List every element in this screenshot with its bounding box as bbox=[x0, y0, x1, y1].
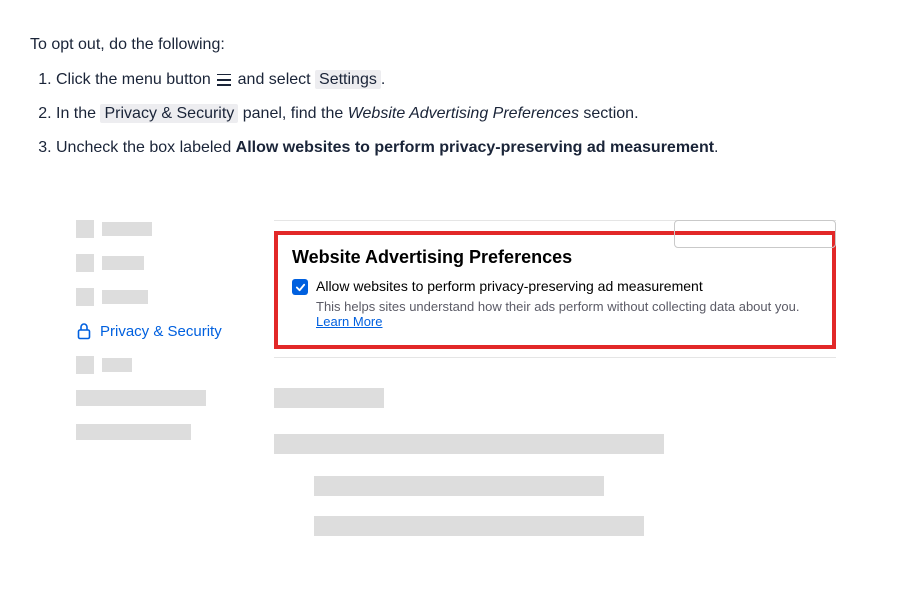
step-3-text-a: Uncheck the box labeled bbox=[56, 139, 236, 156]
lock-icon bbox=[76, 322, 92, 340]
sidebar-active-label: Privacy & Security bbox=[100, 323, 222, 340]
help-text-content: This helps sites understand how their ad… bbox=[316, 299, 799, 314]
step-3-text-b: . bbox=[714, 139, 718, 156]
checkbox-label: Allow websites to perform privacy-preser… bbox=[316, 278, 703, 294]
section-name: Website Advertising Preferences bbox=[348, 105, 579, 122]
settings-label: Settings bbox=[315, 70, 381, 89]
sidebar-item[interactable] bbox=[76, 288, 256, 306]
settings-screenshot: Privacy & Security Website Advertising P… bbox=[30, 220, 876, 536]
step-2: In the Privacy & Security panel, find th… bbox=[56, 102, 876, 126]
placeholder bbox=[274, 434, 664, 454]
placeholder bbox=[274, 388, 384, 408]
sidebar-item[interactable] bbox=[76, 424, 191, 440]
step-3: Uncheck the box labeled Allow websites t… bbox=[56, 136, 876, 160]
sidebar-item[interactable] bbox=[76, 254, 256, 272]
section-title: Website Advertising Preferences bbox=[292, 247, 814, 268]
step-1-text-b: and select bbox=[233, 71, 315, 88]
checkbox-checked[interactable] bbox=[292, 279, 308, 295]
help-text: This helps sites understand how their ad… bbox=[316, 299, 814, 329]
hamburger-icon bbox=[217, 74, 231, 86]
sidebar: Privacy & Security bbox=[30, 220, 256, 440]
step-1: Click the menu button and select Setting… bbox=[56, 68, 876, 92]
step-2-text-c: section. bbox=[579, 105, 639, 122]
search-input[interactable] bbox=[674, 220, 836, 248]
step-1-text-c: . bbox=[381, 71, 385, 88]
step-1-text-a: Click the menu button bbox=[56, 71, 215, 88]
privacy-security-label: Privacy & Security bbox=[100, 104, 238, 123]
step-2-text-a: In the bbox=[56, 105, 100, 122]
placeholder bbox=[314, 516, 644, 536]
checkbox-name-bold: Allow websites to perform privacy-preser… bbox=[236, 139, 714, 156]
sidebar-item[interactable] bbox=[76, 390, 206, 406]
instruction-list: Click the menu button and select Setting… bbox=[30, 68, 876, 160]
content-panel: Website Advertising Preferences Allow we… bbox=[256, 220, 876, 536]
sidebar-item-privacy[interactable]: Privacy & Security bbox=[76, 322, 256, 340]
sidebar-item[interactable] bbox=[76, 220, 256, 238]
highlighted-section: Website Advertising Preferences Allow we… bbox=[274, 231, 836, 349]
learn-more-link[interactable]: Learn More bbox=[316, 314, 382, 329]
step-2-text-b: panel, find the bbox=[238, 105, 347, 122]
sidebar-item[interactable] bbox=[76, 356, 256, 374]
intro-text: To opt out, do the following: bbox=[30, 36, 876, 54]
divider bbox=[274, 357, 836, 358]
placeholder bbox=[314, 476, 604, 496]
checkbox-row[interactable]: Allow websites to perform privacy-preser… bbox=[292, 278, 814, 295]
